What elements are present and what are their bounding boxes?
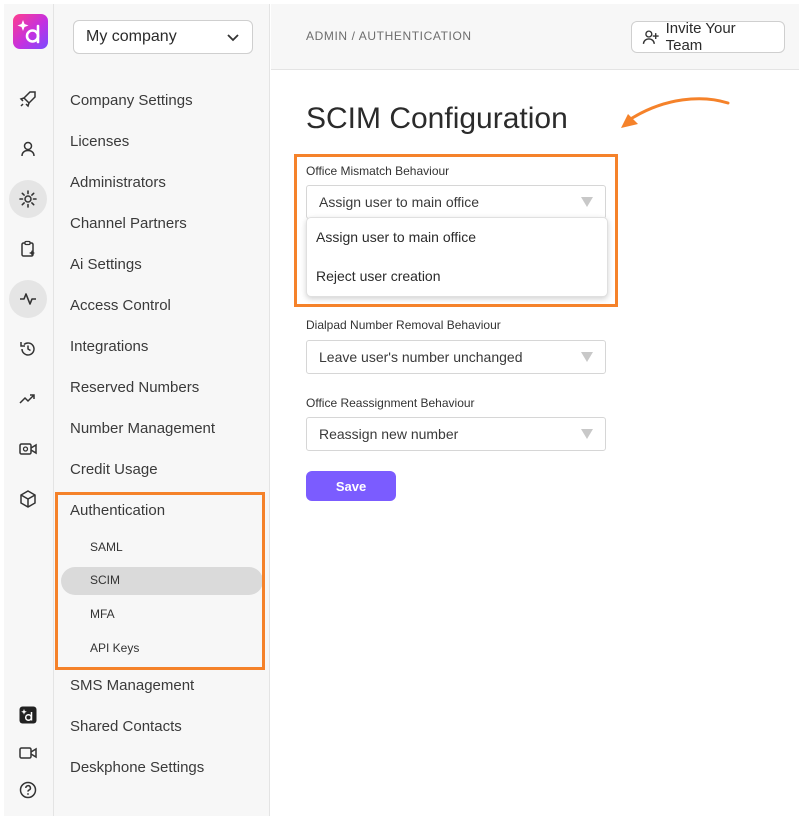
person-icon[interactable] [9,130,47,168]
dialpad-logo-icon[interactable] [13,14,48,49]
dropdown-arrow-icon [581,352,593,362]
dialpad-ai-icon[interactable] [9,696,47,734]
dropdown-arrow-icon [581,429,593,439]
nav-administrators[interactable]: Administrators [70,174,166,191]
icon-rail [4,4,53,816]
settings-sidebar: My company Company Settings Licenses Adm… [53,4,270,816]
nav-deskphone-settings[interactable]: Deskphone Settings [70,759,204,776]
annotation-arrow-icon [621,97,730,128]
breadcrumb[interactable]: ADMIN / AUTHENTICATION [306,29,472,43]
reassign-select[interactable]: Reassign new number [306,417,606,451]
save-button[interactable]: Save [306,471,396,501]
removal-select-value: Leave user's number unchanged [319,349,523,365]
nav-reserved-numbers[interactable]: Reserved Numbers [70,379,199,396]
authentication-highlight-box [55,492,265,670]
nav-integrations[interactable]: Integrations [70,338,148,355]
nav-channel-partners[interactable]: Channel Partners [70,215,187,232]
nav-company-settings[interactable]: Company Settings [70,92,193,109]
nav-access-control[interactable]: Access Control [70,297,171,314]
chevron-down-icon [227,34,239,42]
removal-select[interactable]: Leave user's number unchanged [306,340,606,374]
invite-team-button[interactable]: Invite Your Team [631,20,785,54]
nav-number-management[interactable]: Number Management [70,420,215,437]
nav-ai-settings[interactable]: Ai Settings [70,256,142,273]
company-select-value: My company [86,28,177,45]
video-settings-icon[interactable] [9,430,47,468]
top-header: ADMIN / AUTHENTICATION Invite Your Team [271,4,799,70]
add-user-icon [642,30,659,44]
dropdown-highlight-box [294,154,618,307]
help-icon[interactable] [9,771,47,809]
removal-label: Dialpad Number Removal Behaviour [306,318,501,332]
activity-icon[interactable] [9,280,47,318]
cube-icon[interactable] [9,480,47,518]
nav-credit-usage[interactable]: Credit Usage [70,461,158,478]
page-title: SCIM Configuration [306,102,568,135]
company-select[interactable]: My company [73,20,253,54]
gear-icon[interactable] [9,180,47,218]
history-icon[interactable] [9,330,47,368]
invite-team-label: Invite Your Team [665,20,736,54]
reassign-label: Office Reassignment Behaviour [306,396,475,410]
nav-shared-contacts[interactable]: Shared Contacts [70,718,182,735]
clipboard-sparkle-icon[interactable] [9,230,47,268]
trending-icon[interactable] [9,380,47,418]
nav-sms-management[interactable]: SMS Management [70,677,194,694]
video-icon[interactable] [9,734,47,772]
rocket-icon[interactable] [9,80,47,118]
nav-licenses[interactable]: Licenses [70,133,129,150]
reassign-select-value: Reassign new number [319,426,459,442]
